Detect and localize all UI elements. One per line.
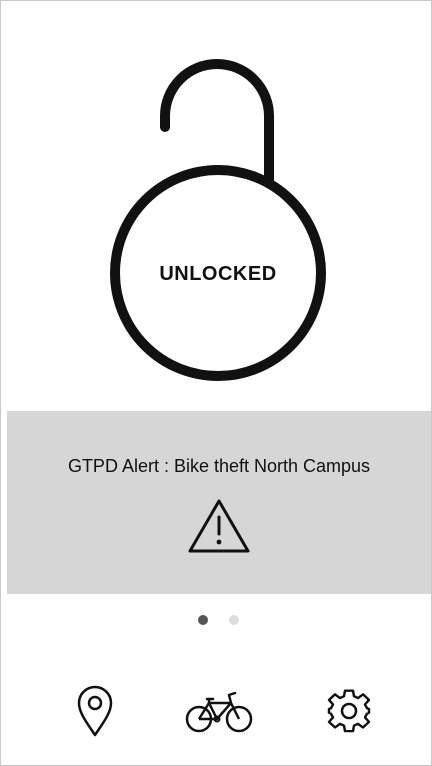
alert-text: GTPD Alert : Bike theft North Campus (67, 456, 371, 476)
lock-status-label: UNLOCKED (159, 263, 277, 285)
padlock-open-icon[interactable] (1, 1, 431, 411)
page-dot[interactable] (229, 615, 239, 625)
app-screen: UNLOCKED GTPD Alert : Bike theft North C… (0, 0, 432, 766)
alert-banner[interactable]: GTPD Alert : Bike theft North Campus (7, 411, 431, 594)
gear-icon (327, 689, 371, 733)
bicycle-icon (185, 691, 253, 733)
lock-area[interactable]: UNLOCKED (1, 1, 431, 411)
page-dot-active[interactable] (198, 615, 208, 625)
tab-map[interactable] (73, 681, 117, 744)
map-pin-icon (77, 685, 113, 737)
tab-bar (1, 681, 431, 751)
warning-icon (188, 499, 250, 553)
tab-bike[interactable] (185, 691, 253, 740)
page-indicator (1, 615, 431, 627)
tab-settings[interactable] (325, 689, 373, 742)
